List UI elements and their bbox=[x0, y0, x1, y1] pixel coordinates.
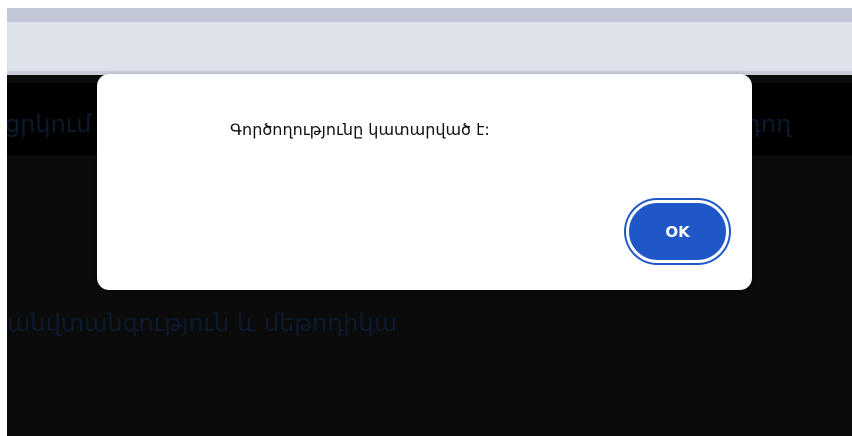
browser-tab-strip bbox=[7, 8, 852, 22]
page-heading: անվտանգություն և մեթոդիկա bbox=[7, 309, 398, 337]
window-left-edge bbox=[0, 0, 7, 436]
alert-dialog: Գործողությունը կատարված է: OK bbox=[97, 74, 752, 290]
ok-button[interactable]: OK bbox=[626, 200, 729, 263]
header-nav-text-left: ցրկում bbox=[7, 110, 92, 138]
browser-address-bar bbox=[7, 22, 852, 72]
dialog-message: Գործողությունը կատարված է: bbox=[230, 120, 490, 139]
